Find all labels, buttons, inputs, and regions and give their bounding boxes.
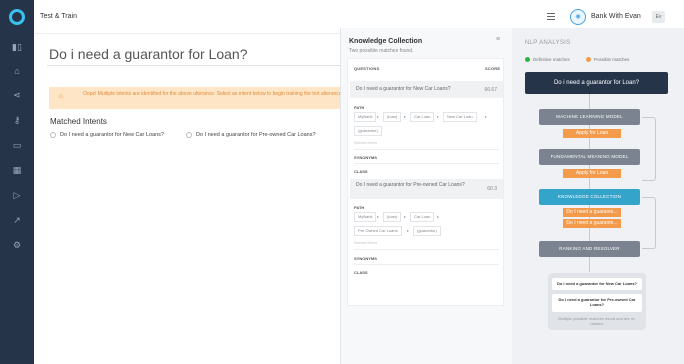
arrow-icon: ▸	[407, 228, 410, 233]
multiple-intents-warning: ☼ Oops! Multiple intents are identified …	[49, 87, 343, 109]
score-header: SCORE	[485, 66, 501, 71]
radio-icon[interactable]	[50, 131, 56, 138]
legend-possible: Possible matches	[586, 57, 629, 63]
green-dot-icon	[525, 57, 530, 63]
key-icon[interactable]: ⚷	[10, 113, 24, 127]
settings-icon[interactable]: ⚙	[10, 238, 24, 252]
matched-items: Matched Items	[354, 241, 377, 245]
logo-icon[interactable]	[9, 9, 25, 25]
result-item[interactable]: Do I need a guarantor for Pre-owned Car …	[552, 294, 642, 312]
test-train-main: Do i need a guarantor for Loan? ☼ Oops! …	[34, 34, 343, 364]
nlp-analysis-panel: NLP ANALYSIS Definitive matches Possible…	[512, 28, 684, 364]
synonyms-label: SYNONYMS	[354, 256, 377, 261]
path-chip: (guarantor)	[413, 226, 441, 236]
ml-intent-badge[interactable]: Apply for Loan	[563, 129, 621, 138]
knowledge-collection-panel: Knowledge Collection Two possible matche…	[340, 28, 512, 364]
match-question: Do I need a guarantor for New Car Loans?	[356, 86, 451, 92]
warning-text: Oops! Multiple intents are identified fo…	[83, 91, 343, 97]
grid-icon[interactable]: ▦	[10, 163, 24, 177]
divider	[354, 249, 499, 250]
analysis-utterance: Do i need a guarantor for Loan?	[525, 72, 668, 94]
path-chip: MyBank	[354, 212, 377, 222]
matched-items: Matched Items	[354, 141, 377, 145]
panel-subtitle: Two possible matches found.	[349, 48, 414, 54]
panel-title: Knowledge Collection	[349, 38, 423, 45]
stage-fm-model[interactable]: FUNDAMENTAL MEANING MODEL	[539, 149, 640, 165]
matched-intents-title: Matched Intents	[50, 117, 107, 126]
kc-faq-badge[interactable]: Do I need a guarante...	[563, 208, 621, 217]
menu-icon[interactable]	[547, 13, 555, 21]
questions-header: QUESTIONS	[354, 66, 380, 71]
stage-ml-model[interactable]: MACHINE LEARNING MODEL	[539, 109, 640, 125]
radio-icon[interactable]	[186, 131, 192, 138]
orange-dot-icon	[586, 57, 591, 63]
path-chip: (loan)	[383, 112, 402, 122]
path-chip: Pre Owned Car Loans	[354, 226, 402, 236]
match-score: 66.67	[484, 87, 497, 93]
app-title: Test & Train	[40, 13, 77, 20]
kc-faq-badge[interactable]: Do I need a guarante...	[563, 219, 621, 228]
arrow-icon: ▸	[377, 214, 380, 219]
path-chip: (loan)	[383, 212, 402, 222]
path-chip: Car Loan	[410, 112, 435, 122]
class-label: CLASS	[354, 270, 368, 275]
flow-bracket	[642, 117, 656, 181]
divider	[354, 163, 499, 164]
legend-definitive: Definitive matches	[525, 57, 570, 63]
matches-card: QUESTIONS SCORE Do I need a guarantor fo…	[347, 58, 504, 306]
arrow-icon: ▸	[404, 114, 407, 119]
warning-icon: ☼	[57, 91, 65, 100]
match-row[interactable]: Do I need a guarantor for Pre-owned Car …	[350, 179, 503, 199]
arrow-icon: ▸	[377, 114, 380, 119]
flow-bracket	[642, 197, 656, 249]
result-item[interactable]: Do I need a guarantor for New Car Loans?	[552, 278, 642, 290]
arrow-icon: ▸	[404, 214, 407, 219]
flow-icon[interactable]: ⋖	[10, 88, 24, 102]
fm-intent-badge[interactable]: Apply for Loan	[563, 169, 621, 178]
divider	[354, 264, 499, 265]
path-chip: MyBank	[354, 112, 377, 122]
intent-option[interactable]: Do I need a guarantor for Pre-owned Car …	[186, 131, 316, 139]
match-row[interactable]: Do I need a guarantor for New Car Loans?…	[350, 81, 503, 98]
collapse-icon[interactable]: ≡	[496, 36, 500, 43]
bot-name[interactable]: Bank With Evan	[591, 13, 641, 20]
synonyms-label: SYNONYMS	[354, 155, 377, 160]
match-question: Do I need a guarantor for Pre-owned Car …	[356, 182, 465, 188]
ranking-results: Do I need a guarantor for New Car Loans?…	[548, 273, 646, 330]
divider	[354, 149, 499, 150]
stage-knowledge-collection[interactable]: KNOWLEDGE COLLECTION	[539, 189, 640, 205]
arrow-icon: ▸	[437, 214, 440, 219]
arrow-icon: ▸	[485, 114, 488, 119]
bot-icon[interactable]: ◉	[570, 9, 586, 25]
results-note: Multiple possible matches found and are …	[558, 316, 636, 326]
arrow-icon: ▸	[437, 114, 440, 119]
path-chip: New Car Loan	[443, 112, 477, 122]
path-label: PATH	[354, 105, 365, 110]
path-label: PATH	[354, 205, 365, 210]
stage-ranking-resolver[interactable]: RANKING AND RESOLVER	[539, 241, 640, 257]
utterance-underline	[47, 65, 340, 66]
intent-option[interactable]: Do I need a guarantor for New Car Loans?	[50, 131, 164, 139]
analytics-icon[interactable]: ↗	[10, 213, 24, 227]
home-icon[interactable]: ⌂	[10, 64, 24, 78]
class-label: CLASS	[354, 169, 368, 174]
path-chip: Car Loan	[410, 212, 435, 222]
play-icon[interactable]: ▷	[10, 188, 24, 202]
left-nav-rail: ▮▯ ⌂ ⋖ ⚷ ▭ ▦ ▷ ↗ ⚙	[0, 0, 34, 364]
nlp-title: NLP ANALYSIS	[525, 40, 571, 46]
utterance-text[interactable]: Do i need a guarantor for Loan?	[49, 46, 247, 62]
chart-icon[interactable]: ▮▯	[10, 40, 24, 54]
path-chip: (guarantor)	[354, 126, 382, 136]
avatar[interactable]: Ev	[652, 11, 665, 23]
match-score: 60.3	[487, 186, 497, 192]
chat-icon[interactable]: ▭	[10, 138, 24, 152]
